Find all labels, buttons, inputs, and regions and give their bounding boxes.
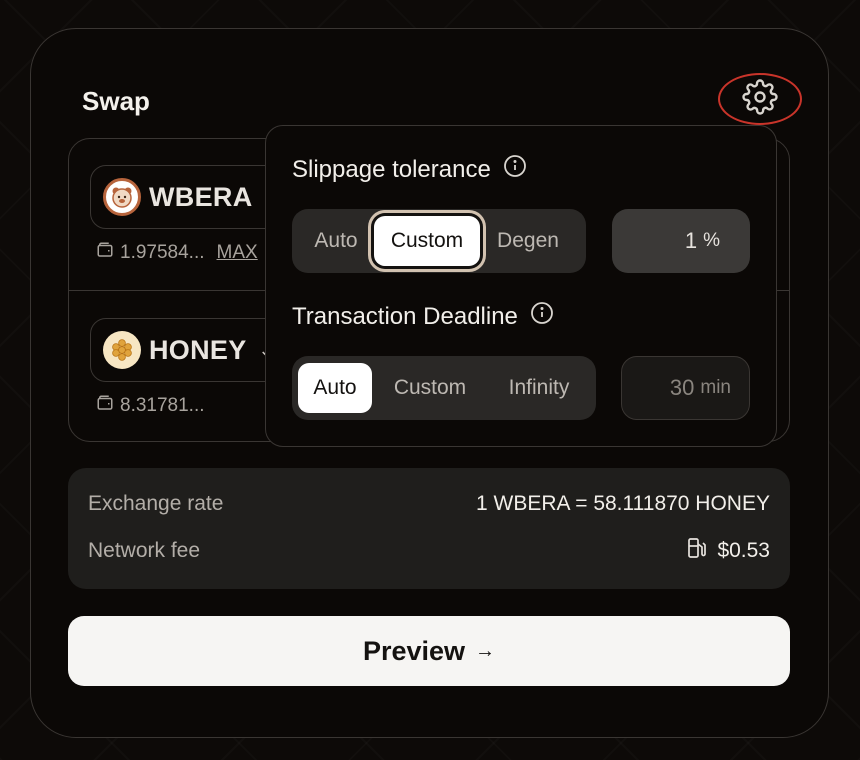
max-button[interactable]: MAX bbox=[217, 242, 258, 264]
slippage-label: Slippage tolerance bbox=[292, 155, 491, 183]
slippage-unit: % bbox=[703, 230, 720, 251]
balance-amount: 8.31781... bbox=[120, 395, 205, 416]
slippage-option-custom[interactable]: Custom bbox=[374, 216, 480, 266]
exchange-rate-row: Exchange rate 1 WBERA = 58.111870 HONEY bbox=[88, 492, 770, 516]
honey-balance: 8.31781... bbox=[96, 394, 205, 418]
token-symbol: WBERA bbox=[149, 181, 253, 212]
page-title: Swap bbox=[82, 86, 150, 116]
preview-button[interactable]: Preview → bbox=[68, 616, 790, 686]
exchange-rate-label: Exchange rate bbox=[88, 492, 224, 515]
slippage-mode-selector: Auto Custom Degen bbox=[292, 209, 586, 273]
network-fee-group: $0.53 bbox=[685, 536, 770, 566]
settings-button[interactable] bbox=[718, 73, 802, 125]
token-symbol: HONEY bbox=[149, 334, 247, 365]
deadline-option-custom[interactable]: Custom bbox=[372, 363, 488, 413]
deadline-unit: min bbox=[700, 377, 731, 398]
fuel-pump-icon bbox=[685, 536, 709, 566]
exchange-rate-value: 1 WBERA = 58.111870 HONEY bbox=[476, 492, 770, 515]
arrow-right-icon: → bbox=[475, 639, 496, 662]
slippage-input[interactable]: 1 % bbox=[612, 209, 750, 273]
swap-details-panel: Exchange rate 1 WBERA = 58.111870 HONEY … bbox=[68, 468, 790, 589]
slippage-value: 1 bbox=[684, 228, 698, 253]
slippage-option-degen[interactable]: Degen bbox=[480, 216, 576, 266]
deadline-option-auto[interactable]: Auto bbox=[298, 363, 372, 413]
wallet-icon bbox=[96, 394, 114, 418]
slippage-option-auto[interactable]: Auto bbox=[298, 216, 374, 266]
deadline-label: Transaction Deadline bbox=[292, 302, 518, 330]
honeycomb-icon bbox=[103, 331, 141, 369]
bear-icon bbox=[103, 178, 141, 216]
wallet-icon bbox=[96, 241, 114, 265]
token-select-wbera[interactable]: WBERA ⌄ bbox=[90, 165, 290, 229]
wbera-balance: 1.97584... MAX bbox=[96, 241, 258, 265]
settings-popover: Slippage tolerance Auto Custom Degen 1 %… bbox=[265, 125, 777, 447]
network-fee-label: Network fee bbox=[88, 539, 201, 562]
info-icon[interactable] bbox=[530, 301, 554, 332]
slippage-label-row: Slippage tolerance bbox=[292, 154, 527, 185]
token-select-honey[interactable]: HONEY ⌄ bbox=[90, 318, 290, 382]
balance-amount: 1.97584... bbox=[120, 242, 205, 263]
deadline-label-row: Transaction Deadline bbox=[292, 301, 554, 332]
deadline-option-infinity[interactable]: Infinity bbox=[488, 363, 590, 413]
deadline-mode-selector: Auto Custom Infinity bbox=[292, 356, 596, 420]
deadline-value: 30 bbox=[669, 375, 695, 400]
network-fee-value: $0.53 bbox=[717, 539, 770, 562]
network-fee-row: Network fee $0.53 bbox=[88, 536, 770, 566]
info-icon[interactable] bbox=[503, 154, 527, 185]
deadline-input[interactable]: 30 min bbox=[621, 356, 750, 420]
gear-icon bbox=[742, 78, 778, 120]
preview-label: Preview bbox=[362, 635, 466, 666]
